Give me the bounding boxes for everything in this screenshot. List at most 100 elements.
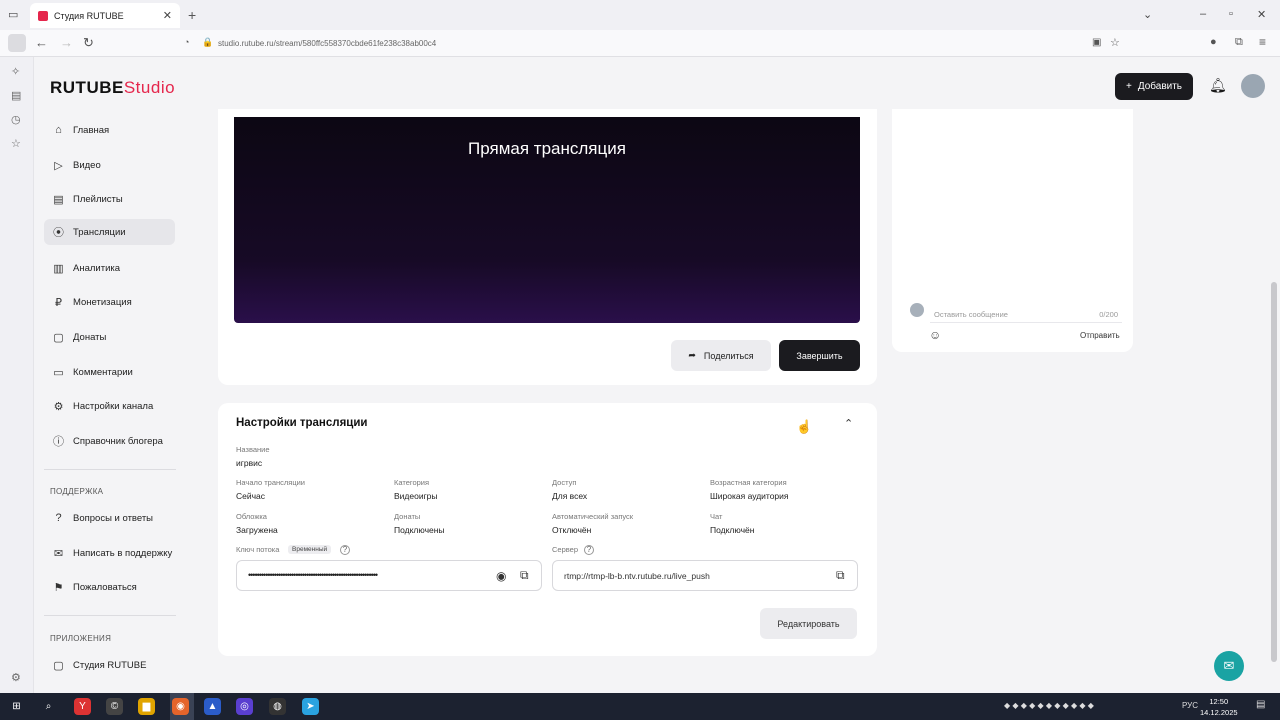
tab-list-icon[interactable]: ⌄: [1143, 8, 1152, 21]
reader-icon[interactable]: ▣: [1092, 37, 1101, 48]
sidebar-item-home[interactable]: ⌂ Главная: [44, 117, 175, 143]
sidebar-item-broadcasts[interactable]: ⦿ Трансляции: [44, 219, 175, 245]
rutube-studio-logo[interactable]: RUTUBEStudio: [50, 78, 175, 98]
sidebar-item-donations[interactable]: ▢ Донаты: [44, 324, 175, 350]
ai-icon[interactable]: ✧: [11, 65, 20, 78]
scroll-thumb[interactable]: [1271, 282, 1277, 662]
sidebar-item-video[interactable]: ▷ Видео: [44, 152, 175, 178]
chevron-up-icon[interactable]: ⌃: [844, 417, 853, 430]
sidebar-item-monetization[interactable]: ₽ Монетизация: [44, 289, 175, 315]
menu-icon[interactable]: ≡: [1259, 35, 1266, 49]
sidebar-divider: [44, 469, 176, 470]
help-icon[interactable]: ?: [340, 545, 350, 555]
synced-tabs-icon[interactable]: ▤: [11, 89, 21, 102]
sidebar-item-label: Студия RUTUBE: [73, 659, 147, 671]
bell-icon[interactable]: 🔔︎: [1209, 77, 1227, 94]
sidebar-item-contact-support[interactable]: ✉ Написать в поддержку: [44, 540, 175, 566]
language-indicator[interactable]: РУС: [1182, 701, 1198, 710]
money-icon: ₽: [55, 296, 62, 309]
add-button[interactable]: + Добавить: [1115, 73, 1193, 100]
rutube-favicon-icon: [38, 10, 48, 21]
back-icon[interactable]: ←: [35, 35, 48, 50]
sidebar-item-studio-app[interactable]: ▢ Студия RUTUBE: [44, 652, 175, 678]
address-toolbar: ← → ↻ studio.rutube.ru/stream/580ffc5583…: [0, 30, 1280, 57]
field-label: Чат: [710, 512, 723, 521]
account-icon[interactable]: ●: [1210, 36, 1217, 48]
logo-main-text: RUTUBE: [50, 78, 124, 97]
help-icon[interactable]: ?: [584, 545, 594, 555]
copy-icon[interactable]: ⧉: [520, 568, 529, 583]
folder-icon[interactable]: ▆: [138, 698, 155, 715]
app-icon[interactable]: ©: [106, 698, 123, 715]
close-tab-icon[interactable]: ✕: [163, 9, 172, 22]
sidebar-item-faq[interactable]: ? Вопросы и ответы: [44, 505, 175, 531]
stream-player[interactable]: Прямая трансляция: [234, 117, 860, 323]
analytics-icon: ▥: [53, 262, 64, 275]
close-window-icon[interactable]: ✕: [1257, 8, 1266, 21]
obs-icon[interactable]: ◍: [269, 698, 286, 715]
apps-heading: ПРИЛОЖЕНИЯ: [50, 634, 112, 643]
sidebar-item-blogger-guide[interactable]: ⓘ Справочник блогера: [44, 428, 175, 454]
maximize-icon[interactable]: ▫: [1229, 8, 1233, 20]
sidebar-item-report[interactable]: ⚑ Пожаловаться: [44, 574, 175, 600]
sidebar-item-comments[interactable]: ▭ Комментарии: [44, 359, 175, 385]
avatar[interactable]: [1241, 74, 1265, 98]
sidebar-item-label: Трансляции: [73, 226, 126, 238]
chat-message-input[interactable]: Оставить сообщение 0/200: [930, 305, 1122, 323]
reload-icon[interactable]: ↻: [83, 35, 94, 51]
new-tab-icon[interactable]: +: [188, 7, 196, 23]
studio-page: RUTUBEStudio + Добавить 🔔︎ ⌂ Главная ▷ Вид…: [34, 57, 1268, 693]
yandex-icon[interactable]: Y: [74, 698, 91, 715]
sidebar-item-label: Аналитика: [73, 262, 121, 274]
sidebar-divider: [44, 615, 176, 616]
windows-start-icon[interactable]: ⊞: [8, 698, 25, 715]
sidebar-settings-icon[interactable]: ⚙: [11, 671, 21, 684]
emoji-icon[interactable]: ☺: [929, 328, 941, 342]
field-label: Категория: [394, 478, 430, 487]
page-scrollbar[interactable]: [1268, 57, 1280, 693]
sidebar-item-analytics[interactable]: ▥ Аналитика: [44, 255, 175, 281]
name-value: игрвис: [236, 458, 263, 468]
sidebar-item-playlists[interactable]: ▤ Плейлисты: [44, 186, 175, 212]
share-button[interactable]: ➦ Поделиться: [671, 340, 771, 371]
field-value: Загружена: [236, 525, 278, 535]
minimize-icon[interactable]: –: [1200, 8, 1206, 20]
app-icon[interactable]: ◎: [236, 698, 253, 715]
studio-icon: ▢: [53, 659, 64, 672]
notification-icon[interactable]: ▤: [1256, 699, 1265, 710]
firefox-icon[interactable]: ◉: [172, 698, 189, 715]
stream-key-field[interactable]: ••••••••••••••••••••••••••••••••••••••••…: [236, 560, 542, 591]
tab-overview-icon[interactable]: ▭: [8, 8, 18, 21]
bookmark-star-icon[interactable]: ☆: [1110, 36, 1120, 49]
field-value: Для всех: [552, 491, 588, 501]
field-label: Донаты: [394, 512, 421, 521]
shield-icon[interactable]: ◔: [184, 37, 189, 47]
sidebar-item-channel-settings[interactable]: ⚙ Настройки канала: [44, 393, 175, 419]
sidebar-item-label: Донаты: [73, 331, 107, 343]
stream-key-value: ••••••••••••••••••••••••••••••••••••••••…: [248, 570, 378, 580]
field-value: Видеоигры: [394, 491, 438, 501]
telegram-icon[interactable]: ➤: [302, 698, 319, 715]
server-url-field[interactable]: rtmp://rtmp-lb-b.ntv.rutube.ru/live_push…: [552, 560, 858, 591]
finish-stream-button[interactable]: Завершить: [779, 340, 860, 371]
chat-send-button[interactable]: Отправить: [1080, 331, 1120, 340]
field-label: Возрастная категория: [710, 478, 787, 487]
edit-button[interactable]: Редактировать: [760, 608, 857, 639]
address-bar[interactable]: studio.rutube.ru/stream/580ffc558370cbde…: [180, 34, 1130, 53]
copy-icon[interactable]: ⧉: [836, 568, 845, 583]
forward-icon[interactable]: →: [60, 35, 73, 50]
question-icon: ?: [55, 512, 62, 524]
eye-icon[interactable]: ◉: [496, 569, 506, 583]
bookmarks-icon[interactable]: ☆: [11, 137, 21, 150]
history-icon[interactable]: ◷: [11, 113, 21, 126]
extensions-icon[interactable]: ⧉: [1235, 36, 1243, 49]
search-icon[interactable]: ⌕: [40, 698, 57, 715]
lock-icon[interactable]: 🔒: [202, 37, 213, 48]
tray-icons[interactable]: ◆ ◆ ◆ ◆ ◆ ◆ ◆ ◆ ◆ ◆ ◆: [1004, 701, 1094, 710]
app-icon[interactable]: ▲: [204, 698, 221, 715]
playlist-icon: ▤: [53, 193, 64, 206]
taskbar-clock[interactable]: 12:50 14.12.2025: [1200, 696, 1238, 718]
support-chat-button[interactable]: ✉: [1214, 651, 1244, 681]
sidebar-toggle-icon[interactable]: [8, 34, 26, 52]
browser-tab[interactable]: Студия RUTUBE ✕: [30, 3, 180, 28]
